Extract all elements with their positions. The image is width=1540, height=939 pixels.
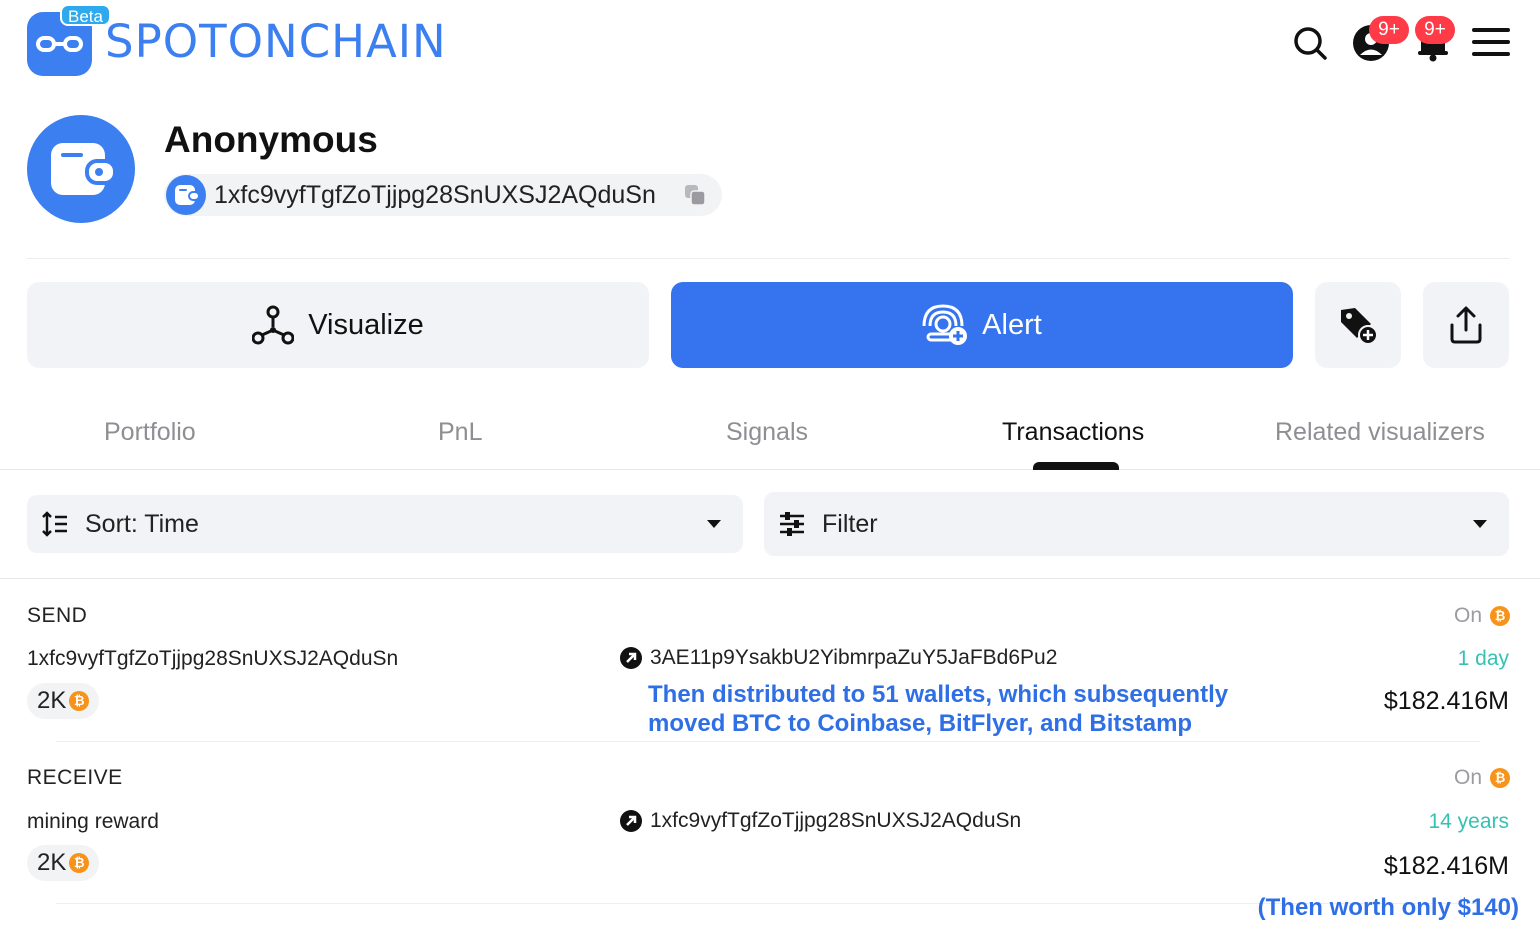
beta-badge: Beta — [60, 4, 111, 26]
amount-value: 2K — [37, 849, 67, 876]
wallet-avatar — [27, 115, 135, 223]
tx-from-address[interactable]: 1xfc9vyfTgfZoTjjpg28SnUXSJ2AQduSn — [27, 647, 398, 671]
filter-sliders-icon — [780, 512, 804, 536]
chevron-down-icon — [1473, 520, 1487, 528]
network-graph-icon — [252, 305, 295, 345]
divider — [27, 258, 1509, 259]
chain-label: On ₿ — [1454, 604, 1510, 628]
bitcoin-icon: ₿ — [69, 691, 90, 711]
brand-wordmark[interactable]: SPOTONCHAIN — [105, 16, 447, 68]
wallet-icon — [51, 143, 117, 195]
filter-label: Filter — [822, 509, 878, 538]
wallet-address: 1xfc9vyfTgfZoTjjpg28SnUXSJ2AQduSn — [214, 181, 656, 209]
arrow-up-right-icon — [620, 810, 642, 832]
copy-icon[interactable] — [684, 184, 706, 206]
tab-portfolio[interactable]: Portfolio — [104, 418, 196, 447]
visualize-label: Visualize — [308, 308, 424, 341]
tx-age[interactable]: 1 day — [1458, 647, 1509, 671]
sort-label: Sort: Time — [85, 509, 199, 538]
chain-label: On ₿ — [1454, 766, 1510, 790]
wallet-icon — [175, 185, 200, 205]
amount-chip: 2K ₿ — [27, 683, 100, 719]
profile-name: Anonymous — [164, 119, 378, 160]
tab-transactions[interactable]: Transactions — [1002, 418, 1144, 447]
tx-to-address: 1xfc9vyfTgfZoTjjpg28SnUXSJ2AQduSn — [650, 809, 1022, 832]
bitcoin-icon: ₿ — [1490, 768, 1510, 788]
tx-to[interactable]: 3AE11p9YsakbU2YibmrpaZuY5JaFBd6Pu2 — [620, 646, 1057, 670]
search-icon[interactable] — [1292, 25, 1328, 61]
hamburger-menu-icon[interactable] — [1472, 26, 1510, 58]
account-badge: 9+ — [1369, 16, 1409, 44]
sort-dropdown[interactable]: Sort: Time — [27, 495, 743, 553]
tx-to[interactable]: 1xfc9vyfTgfZoTjjpg28SnUXSJ2AQduSn — [620, 809, 1021, 833]
divider — [0, 578, 1540, 579]
address-pill: 1xfc9vyfTgfZoTjjpg28SnUXSJ2AQduSn — [164, 174, 722, 216]
tx-to-address: 3AE11p9YsakbU2YibmrpaZuY5JaFBd6Pu2 — [650, 646, 1058, 669]
alert-label: Alert — [982, 308, 1042, 341]
tx-type: SEND — [27, 604, 88, 627]
tab-bar: Portfolio PnL Signals Transactions Relat… — [0, 400, 1540, 470]
tx-age[interactable]: 14 years — [1428, 810, 1509, 834]
amount-value: 2K — [37, 687, 67, 714]
bitcoin-icon: ₿ — [1490, 606, 1510, 626]
annotation-note: Then distributed to 51 wallets, which su… — [648, 681, 1229, 737]
active-tab-indicator — [1033, 462, 1119, 470]
sort-icon — [42, 511, 67, 537]
arrow-up-right-icon — [620, 647, 642, 669]
alert-button[interactable]: Alert — [671, 282, 1293, 368]
filter-dropdown[interactable]: Filter — [764, 492, 1509, 556]
add-tag-icon — [1341, 308, 1378, 345]
amount-chip: 2K ₿ — [27, 845, 100, 881]
tx-usd-value: $182.416M — [1383, 852, 1509, 880]
add-tag-button[interactable] — [1315, 282, 1401, 368]
tx-from-address: mining reward — [27, 810, 159, 833]
visualize-button[interactable]: Visualize — [27, 282, 649, 368]
tab-signals[interactable]: Signals — [726, 418, 808, 447]
tx-type: RECEIVE — [27, 766, 123, 789]
mini-wallet-avatar — [166, 175, 206, 215]
share-icon — [1450, 306, 1482, 344]
on-text: On — [1453, 766, 1482, 789]
tab-pnl[interactable]: PnL — [438, 418, 482, 447]
wallet-page: Beta SPOTONCHAIN 9+ 9+ Anonymous 1xfc9vy… — [0, 0, 1540, 939]
on-text: On — [1453, 604, 1482, 627]
row-divider — [56, 741, 1480, 742]
bitcoin-icon: ₿ — [69, 853, 90, 873]
tab-related-visualizers[interactable]: Related visualizers — [1275, 418, 1485, 447]
notification-badge: 9+ — [1415, 16, 1455, 44]
annotation-note: (Then worth only $140) — [1257, 894, 1519, 921]
share-button[interactable] — [1423, 282, 1509, 368]
tx-usd-value: $182.416M — [1383, 687, 1509, 715]
chevron-down-icon — [707, 520, 721, 528]
alert-radar-add-icon — [922, 304, 968, 345]
